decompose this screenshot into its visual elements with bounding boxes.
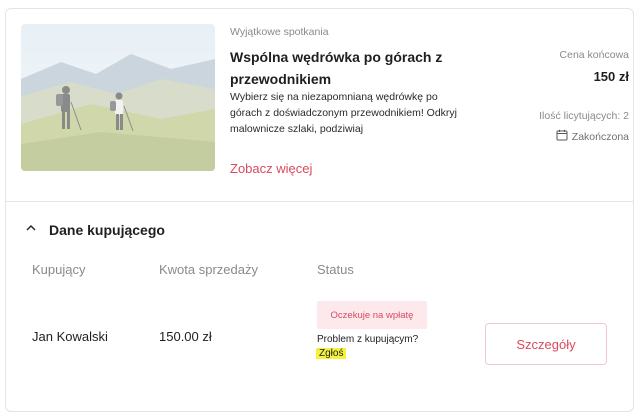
report-link[interactable]: Zgłoś	[316, 348, 347, 359]
sale-amount: 150.00 zł	[159, 329, 212, 344]
auction-status-label: Zakończona	[571, 130, 629, 143]
status-badge: Oczekuje na wpłatę	[317, 301, 427, 329]
column-header-amount: Kwota sprzedaży	[159, 262, 258, 277]
final-price-label: Cena końcowa	[559, 49, 629, 61]
final-price-value: 150 zł	[593, 69, 629, 84]
chevron-up-icon	[25, 221, 37, 239]
see-more-link[interactable]: Zobacz więcej	[230, 161, 312, 176]
calendar-icon	[556, 129, 568, 144]
listing-photo	[21, 24, 215, 171]
details-button[interactable]: Szczegóły	[485, 323, 607, 365]
buyer-section-title: Dane kupującego	[49, 222, 165, 238]
section-divider	[6, 201, 633, 202]
listing-description: Wybierz się na niezapomnianą wędrówkę po…	[230, 91, 458, 135]
listing-category: Wyjątkowe spotkania	[230, 26, 329, 38]
buyer-problem-text: Problem z kupującym?	[317, 334, 419, 345]
auction-status: Zakończona	[556, 129, 629, 144]
listing-title: Wspólna wędrówka po górach z przewodniki…	[230, 49, 443, 87]
bidders-count: Ilość licytujących: 2	[539, 110, 629, 122]
column-header-status: Status	[317, 262, 354, 277]
column-header-buyer: Kupujący	[32, 262, 86, 277]
buyer-section-toggle[interactable]: Dane kupującego	[25, 221, 165, 239]
buyer-name: Jan Kowalski	[32, 329, 108, 344]
auction-card: Wyjątkowe spotkania Wspólna wędrówka po …	[5, 8, 634, 412]
